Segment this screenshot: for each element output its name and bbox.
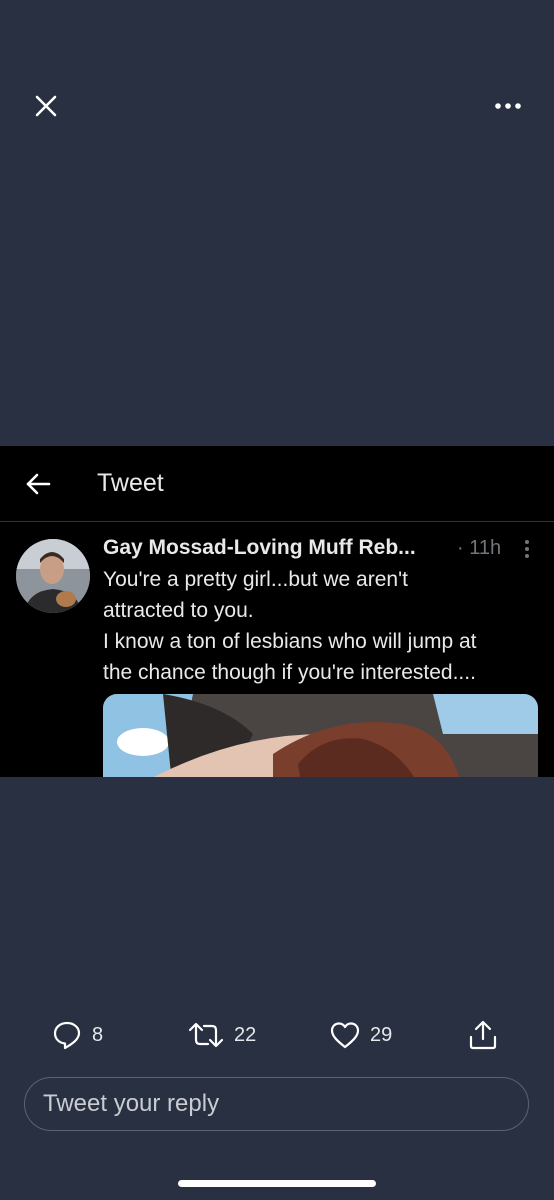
reply-input[interactable] — [24, 1077, 529, 1131]
tweet-media-photo — [103, 694, 538, 777]
page-title: Tweet — [97, 469, 164, 497]
tweet-more-button — [516, 536, 538, 562]
tweet-text-line: the chance though if you're interested..… — [103, 661, 476, 684]
tweet-timestamp: · 11h — [457, 537, 502, 559]
arrow-left-icon — [26, 473, 51, 495]
tweet-screenshot-image[interactable]: Tweet Gay Mossad-Loving Muff Reb... · 11… — [0, 446, 554, 777]
tweet-text-line: I know a ton of lesbians who will jump a… — [103, 630, 477, 653]
heart-icon — [330, 1022, 360, 1049]
more-vertical-icon — [525, 540, 529, 558]
close-icon — [35, 95, 57, 117]
avatar — [16, 539, 90, 613]
retweet-count: 22 — [234, 1023, 257, 1046]
close-button[interactable] — [26, 86, 66, 126]
reply-count: 8 — [92, 1023, 104, 1046]
home-indicator — [178, 1180, 376, 1187]
tweet-text: You're a pretty girl...but we aren't att… — [103, 564, 543, 688]
retweet-button[interactable]: 22 — [188, 1010, 256, 1060]
tweet-text-line: You're a pretty girl...but we aren't — [103, 568, 408, 591]
back-button — [18, 466, 58, 502]
tweet-text-line: attracted to you. — [103, 599, 254, 622]
more-options-button[interactable] — [488, 88, 528, 124]
like-count: 29 — [370, 1023, 393, 1046]
reply-button[interactable]: 8 — [52, 1010, 103, 1060]
more-horizontal-icon — [495, 103, 521, 109]
share-icon — [469, 1020, 497, 1050]
retweet-icon — [188, 1022, 224, 1048]
tweet-actions-bar: 8 22 29 — [0, 1010, 554, 1060]
author-name: Gay Mossad-Loving Muff Reb... — [103, 536, 416, 559]
share-button[interactable] — [468, 1010, 498, 1060]
reply-icon — [53, 1021, 81, 1050]
like-button[interactable]: 29 — [330, 1010, 392, 1060]
tweet-page-header: Tweet — [0, 446, 554, 522]
